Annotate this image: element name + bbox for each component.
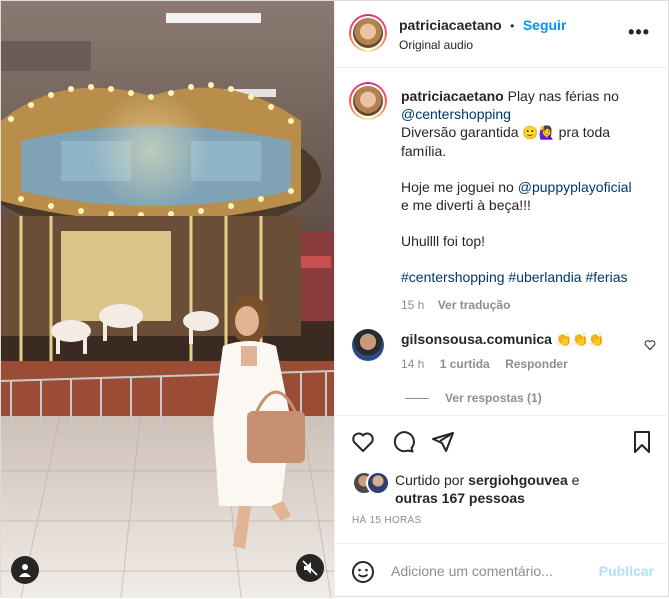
carousel-scene-image <box>1 1 334 598</box>
mute-button[interactable] <box>296 554 324 582</box>
commenter-username[interactable]: gilsonsousa.comunica <box>401 331 552 347</box>
liker-avatar-2[interactable] <box>366 471 390 495</box>
more-options-icon[interactable]: ••• <box>628 23 650 41</box>
mention-centershopping[interactable]: @centershopping <box>401 106 511 122</box>
liked-by-and: e <box>571 472 580 488</box>
liked-by-others[interactable]: outras 167 pessoas <box>395 490 525 506</box>
replies-dash <box>405 398 429 400</box>
view-replies-label: Ver respostas (1) <box>445 391 542 405</box>
liked-by-prefix: Curtido por <box>395 472 465 488</box>
post-video[interactable] <box>1 1 334 598</box>
emoji-icon[interactable] <box>351 560 375 584</box>
speaker-muted-icon <box>302 560 318 576</box>
share-icon[interactable] <box>431 430 455 454</box>
tagged-users-button[interactable] <box>11 556 39 584</box>
publish-button[interactable]: Publicar <box>599 563 654 579</box>
view-replies-button[interactable]: Ver respostas (1) <box>405 391 542 405</box>
author-avatar[interactable] <box>349 14 387 52</box>
comment-text: 👏👏👏 <box>555 332 605 347</box>
caption-line-4: Hoje me joguei no <box>401 179 514 195</box>
mention-puppyplayoficial[interactable]: @puppyplayoficial <box>518 179 632 195</box>
author-username[interactable]: patriciacaetano <box>399 17 502 33</box>
caption-time[interactable]: 15 h <box>401 298 424 312</box>
follow-button[interactable]: Seguir <box>523 17 567 33</box>
post-actions-bar <box>335 415 669 468</box>
caption-author-avatar[interactable] <box>349 82 387 120</box>
comments-section: patriciacaetano Play nas férias no @cent… <box>335 67 669 415</box>
commenter-avatar[interactable] <box>352 329 384 361</box>
person-icon <box>19 564 31 577</box>
caption-emojis: 🙂🙋‍♀️ <box>522 125 555 140</box>
instagram-post: patriciacaetano • Seguir Original audio … <box>0 0 669 598</box>
comment-time[interactable]: 14 h <box>401 357 424 371</box>
caption-username[interactable]: patriciacaetano <box>401 88 504 104</box>
bookmark-icon[interactable] <box>630 430 654 454</box>
caption-line-2-end: pra toda <box>558 124 611 140</box>
caption-line-2: Diversão garantida <box>401 124 519 140</box>
like-comment-heart-icon[interactable] <box>644 339 656 351</box>
separator-dot: • <box>510 19 515 33</box>
post-timestamp[interactable]: HÁ 15 HORAS <box>352 515 421 526</box>
caption-line-1: Play nas férias no <box>507 88 619 104</box>
caption-line-6: Uhullll foi top! <box>401 233 486 249</box>
comment-icon[interactable] <box>391 430 415 454</box>
caption-line-3: família. <box>401 143 447 159</box>
post-details-panel: patriciacaetano • Seguir Original audio … <box>334 1 669 598</box>
comment-input[interactable]: Adicione um comentário... <box>391 563 553 579</box>
caption-line-5: e me diverti à beça!!! <box>401 197 531 213</box>
see-translation-button[interactable]: Ver tradução <box>438 298 511 312</box>
caption-hashtags[interactable]: #centershopping #uberlandia #ferias <box>401 268 651 286</box>
post-header: patriciacaetano • Seguir Original audio … <box>335 1 669 68</box>
audio-label[interactable]: Original audio <box>399 38 473 52</box>
add-comment-bar: Adicione um comentário... Publicar <box>335 543 669 599</box>
comment-likes[interactable]: 1 curtida <box>440 357 490 371</box>
post-caption: patriciacaetano Play nas férias no @cent… <box>401 87 651 314</box>
heart-icon[interactable] <box>351 430 375 454</box>
liked-by-user[interactable]: sergiohgouvea <box>468 472 568 488</box>
reply-button[interactable]: Responder <box>505 357 568 371</box>
